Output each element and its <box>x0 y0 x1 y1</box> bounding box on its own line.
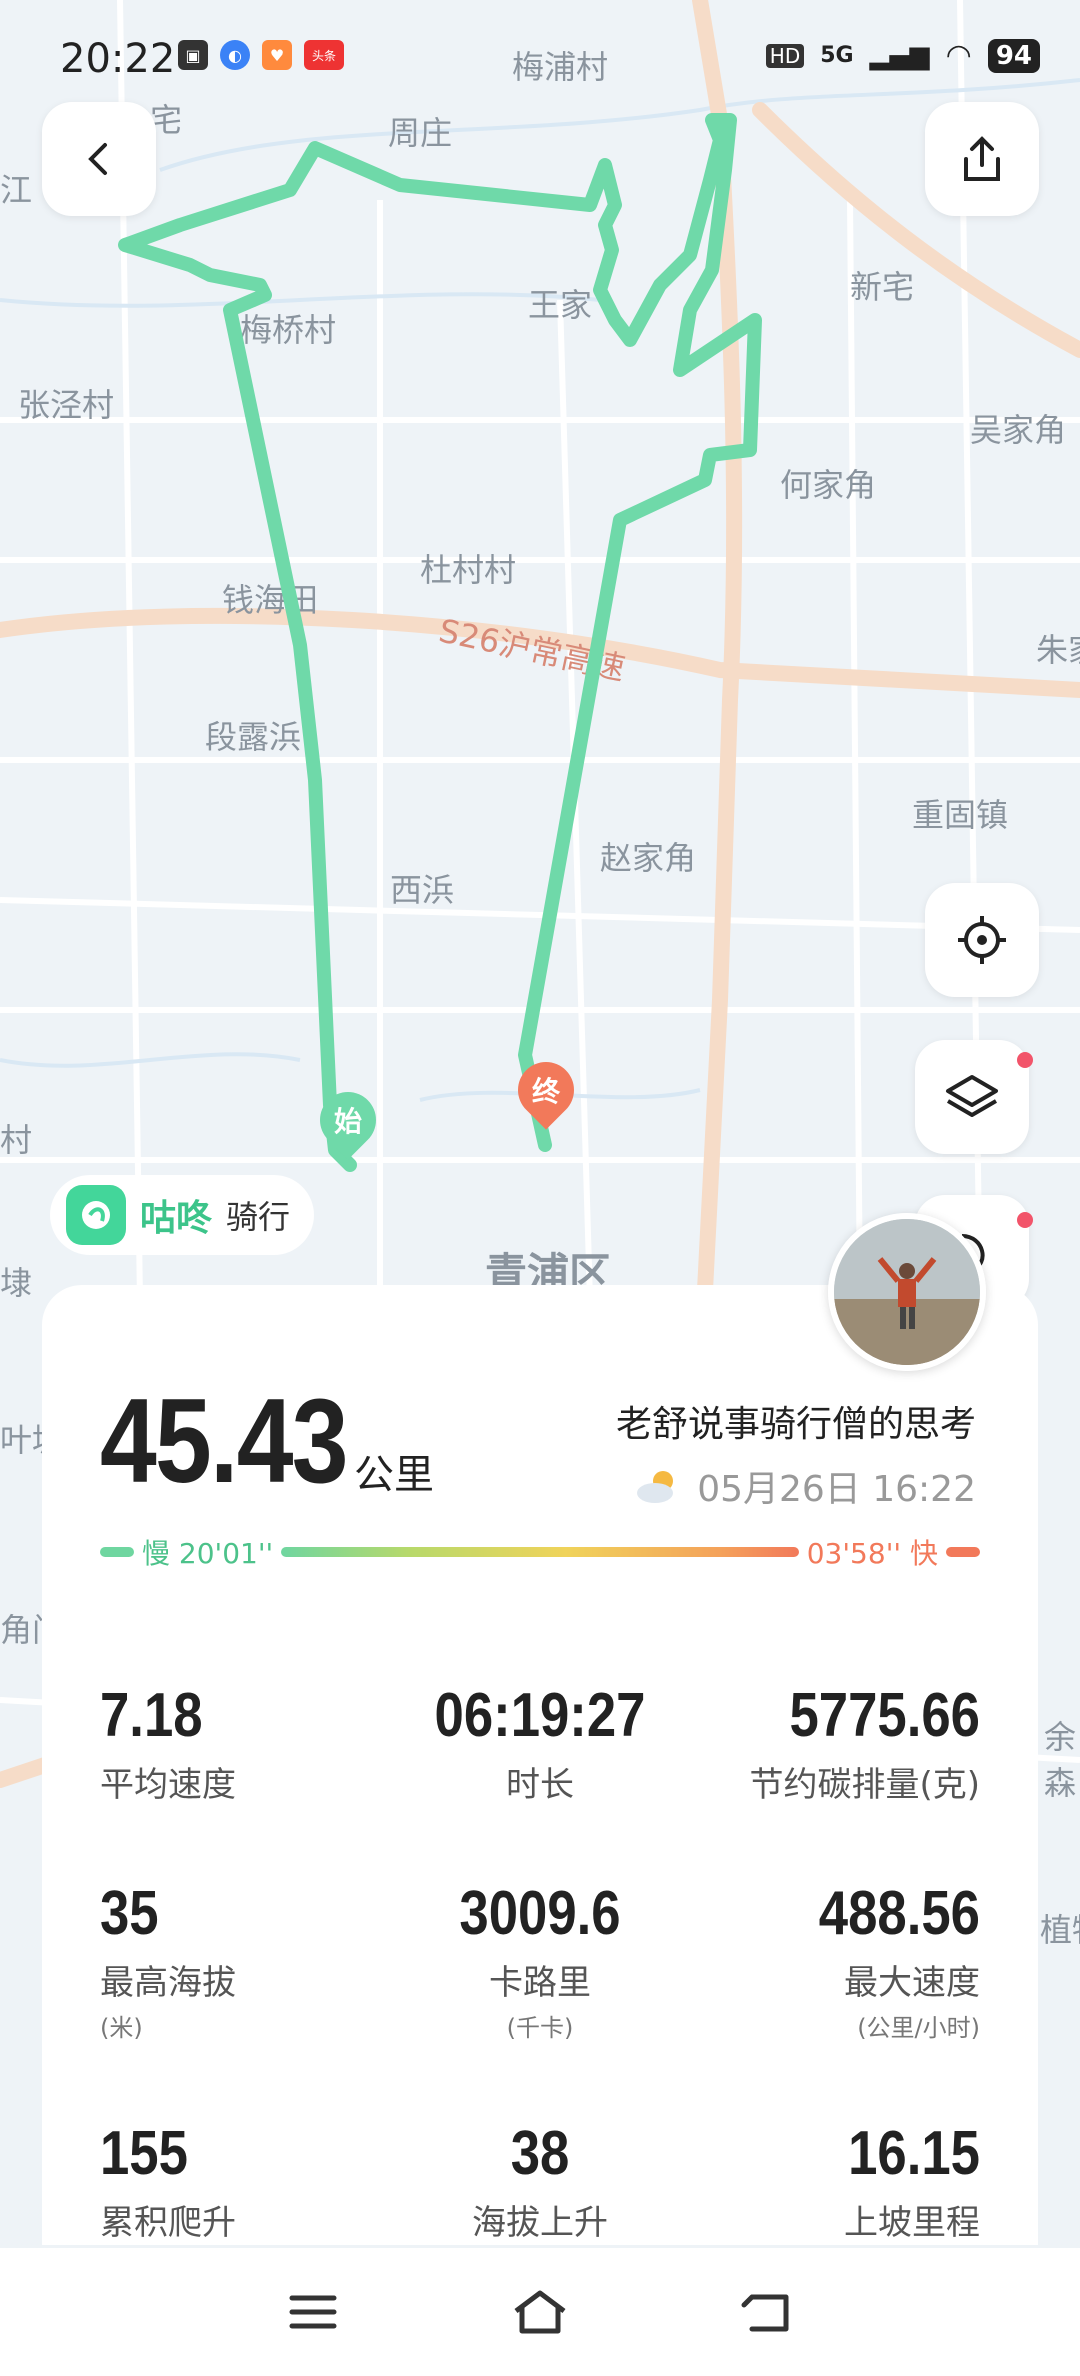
pace-fast-cap <box>946 1547 980 1557</box>
system-nav-bar <box>0 2248 1080 2376</box>
stat-label: 卡路里 <box>489 1963 591 2003</box>
start-pin-label: 始 <box>333 1105 363 1139</box>
stat-avg-speed: 7.18 平均速度 <box>100 1680 400 1806</box>
layers-icon <box>946 1075 998 1117</box>
pace-gradient-bar: 慢 20'01'' 03'58'' 快 <box>100 1537 980 1570</box>
status-right: HD 5G ▂▄▆ ◠ 94 <box>765 38 1040 73</box>
map-layers-button[interactable] <box>915 1040 1029 1154</box>
stat-value: 35 <box>100 1879 159 1948</box>
layers-notification-dot <box>1017 1052 1033 1068</box>
back-nav-button[interactable] <box>727 2272 807 2352</box>
stat-calories: 3009.6 卡路里 (千卡) <box>390 1878 690 2043</box>
stat-value: 38 <box>510 2119 570 2188</box>
stat-uphill-distance: 16.15 上坡里程 <box>680 2118 980 2244</box>
map-label: 植物 <box>1040 1911 1080 1949</box>
notification-icons: ▣ ◐ ♥ 头条 <box>178 40 344 70</box>
datetime-text: 05月26日 16:22 <box>697 1469 976 1510</box>
pace-slow-label: 慢 20'01'' <box>142 1537 274 1570</box>
back-arrow-icon <box>88 143 107 175</box>
author-name: 老舒说事骑行僧的思考 <box>615 1404 976 1445</box>
stat-label: 累积爬升 <box>100 2203 236 2243</box>
brand-chip: 咕咚 骑行 <box>50 1175 315 1255</box>
map-label: 余森 <box>1044 1718 1077 1802</box>
status-bar: 20:22 ▣ ◐ ♥ 头条 HD 5G ▂▄▆ ◠ 94 <box>0 0 1080 110</box>
back-nav-icon <box>741 2294 789 2332</box>
replay-notification-dot <box>1017 1212 1033 1228</box>
stat-label: 时长 <box>506 1765 574 1805</box>
stat-label: 最高海拔 <box>100 1963 236 2003</box>
end-pin-label: 终 <box>531 1075 561 1109</box>
brand-name: 咕咚 <box>140 1198 213 1239</box>
partly-cloudy-icon <box>637 1471 674 1503</box>
stat-carbon-saved: 5775.66 节约碳排量(克) <box>680 1680 980 1806</box>
stat-label: 最大速度 <box>844 1963 980 2003</box>
share-icon <box>964 136 1000 181</box>
stat-max-speed: 488.56 最大速度 (公里/小时) <box>680 1878 980 2043</box>
signal-icon: ▂▄▆ <box>869 40 930 71</box>
activity-datetime: 05月26日 16:22 <box>633 1460 976 1512</box>
stat-label: 上坡里程 <box>844 2203 980 2243</box>
menu-icon <box>289 2295 337 2329</box>
app-notification-icon: ▣ <box>178 40 208 70</box>
stat-value: 155 <box>100 2119 188 2188</box>
pace-slow-cap <box>100 1547 134 1557</box>
stat-total-climb: 155 累积爬升 <box>100 2118 400 2244</box>
share-button[interactable] <box>925 102 1039 216</box>
stat-unit: (千卡) <box>506 2014 574 2042</box>
stat-value: 3009.6 <box>459 1879 621 1948</box>
pace-bar <box>281 1547 799 1557</box>
stat-label: 平均速度 <box>100 1765 236 1805</box>
brand-activity: 骑行 <box>226 1198 291 1236</box>
heart-notification-icon: ♥ <box>262 40 292 70</box>
stat-label: 海拔上升 <box>472 2203 608 2243</box>
stat-duration: 06:19:27 时长 <box>390 1680 690 1806</box>
home-button[interactable] <box>500 2272 580 2352</box>
distance-unit: 公里 <box>354 1452 434 1498</box>
stat-unit: (公里/小时) <box>857 2014 980 2042</box>
network-type: 5G <box>820 43 854 68</box>
locate-button[interactable] <box>925 883 1039 997</box>
stat-value: 06:19:27 <box>434 1681 646 1750</box>
wifi-icon: ◠ <box>945 38 972 73</box>
distance-value: 45.43 <box>100 1374 348 1508</box>
hd-icon: HD <box>765 43 805 68</box>
stat-value: 7.18 <box>100 1681 203 1750</box>
home-icon <box>514 2290 566 2334</box>
stat-max-altitude: 35 最高海拔 (米) <box>100 1878 400 2043</box>
stat-value: 16.15 <box>848 2119 980 2188</box>
status-time: 20:22 <box>60 36 176 82</box>
browser-notification-icon: ◐ <box>220 40 250 70</box>
stat-value: 488.56 <box>818 1879 980 1948</box>
stat-elevation-gain: 38 海拔上升 <box>390 2118 690 2244</box>
user-avatar[interactable] <box>828 1213 986 1371</box>
avatar-photo <box>834 1219 980 1365</box>
stat-unit: (米) <box>100 2014 143 2042</box>
news-notification-icon: 头条 <box>304 40 344 70</box>
stat-value: 5775.66 <box>789 1681 980 1750</box>
locate-target-icon <box>958 916 1006 964</box>
back-button[interactable] <box>42 102 156 216</box>
codoon-logo-icon <box>66 1185 126 1245</box>
pace-fast-label: 03'58'' 快 <box>806 1537 938 1570</box>
battery-level: 94 <box>987 38 1040 73</box>
menu-button[interactable] <box>273 2272 353 2352</box>
stat-label: 节约碳排量(克) <box>749 1765 980 1805</box>
